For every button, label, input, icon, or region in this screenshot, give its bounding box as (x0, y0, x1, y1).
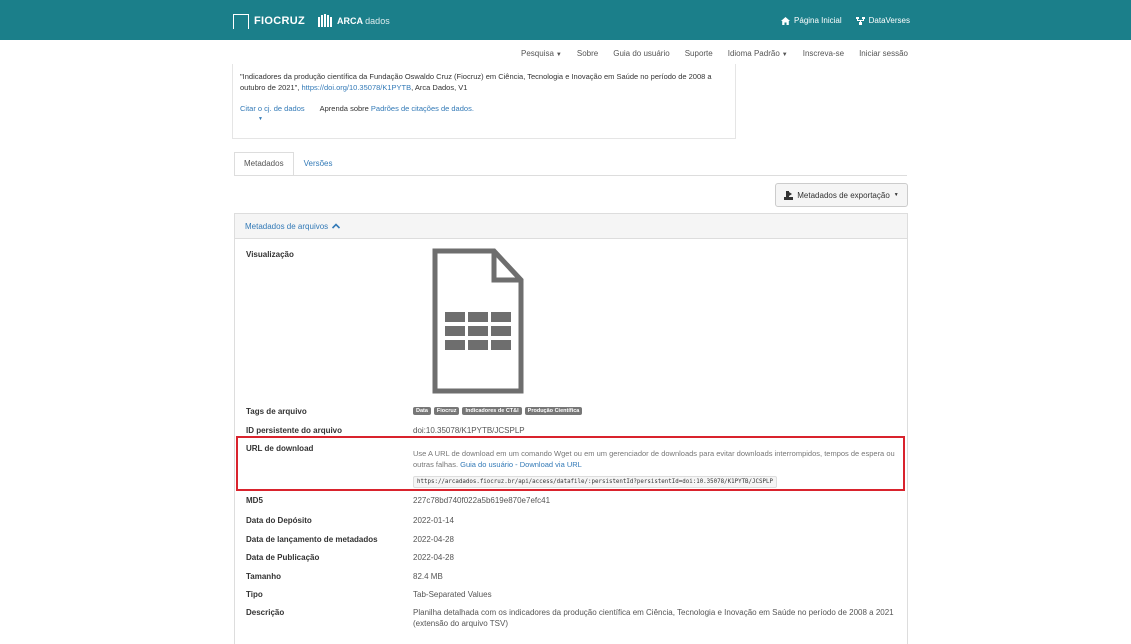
nav-item-suporte[interactable]: Suporte (685, 49, 713, 58)
caret-down-icon: ▼ (893, 192, 899, 198)
tab-metadados[interactable]: Metadados (234, 152, 294, 176)
tag-badge: Fiocruz (433, 407, 460, 415)
description-label: Descrição (246, 608, 285, 617)
md5-value: 227c78bd740f022a5b619e870e7efc41 (413, 496, 551, 505)
tags-label: Tags de arquivo (246, 407, 307, 416)
size-label: Tamanho (246, 572, 281, 581)
download-url-code[interactable]: https://arcadados.fiocruz.br/api/access/… (413, 476, 777, 488)
nav-item-iniciar-sessao[interactable]: Iniciar sessão (859, 49, 908, 58)
learn-citation-text: Aprenda sobre Padrões de citações de dad… (319, 104, 474, 113)
nav-item-pesquisa[interactable]: Pesquisa ▼ (521, 49, 562, 58)
brand[interactable]: FIOCRUZ ARCA dados (233, 10, 390, 32)
type-value: Tab-Separated Values (413, 590, 492, 599)
type-label: Tipo (246, 590, 263, 599)
pid-value: doi:10.35078/K1PYTB/JCSPLP (413, 426, 525, 435)
download-guide-link[interactable]: Guia do usuário - Download via URL (460, 460, 582, 469)
tab-versoes[interactable]: Versões (294, 152, 343, 176)
tag-badge: Data (413, 407, 431, 415)
fiocruz-logo-icon (233, 13, 249, 29)
export-metadata-button[interactable]: Metadados de exportação ▼ (775, 183, 908, 207)
tabs: Metadados Versões (234, 152, 343, 176)
home-link[interactable]: Página Inicial (781, 16, 842, 25)
deposit-date-label: Data do Depósito (246, 516, 312, 525)
citation-doi-link[interactable]: https://doi.org/10.35078/K1PYTB (301, 83, 411, 92)
panel-header[interactable]: Metadados de arquivos (235, 214, 907, 239)
tag-badge: Indicadores de CT&I (462, 407, 522, 415)
preview-label: Visualização (246, 250, 294, 259)
caret-down-icon[interactable]: ▼ (258, 116, 263, 122)
file-tags: Data Fiocruz Indicadores de CT&I Produçã… (413, 407, 583, 415)
sitemap-icon (855, 16, 865, 25)
download-description: Use A URL de download em um comando Wget… (413, 449, 895, 469)
fiocruz-brand-text: FIOCRUZ (254, 15, 305, 27)
cite-dataset-button[interactable]: Citar o cj. de dados (240, 104, 305, 113)
citation-text: "Indicadores da produção científica da F… (240, 72, 712, 92)
pub-date-label: Data de Publicação (246, 553, 320, 562)
nav-item-inscreva-se[interactable]: Inscreva-se (803, 49, 844, 58)
release-date-value: 2022-04-28 (413, 535, 454, 544)
arca-logo-icon (317, 14, 332, 27)
secondary-nav: Pesquisa ▼ Sobre Guia do usuário Suporte … (0, 49, 1131, 61)
pid-label: ID persistente do arquivo (246, 426, 343, 435)
top-navbar: FIOCRUZ ARCA dados Página Inicial DataVe… (0, 0, 1131, 40)
deposit-date-value: 2022-01-14 (413, 516, 454, 525)
nav-item-sobre[interactable]: Sobre (577, 49, 598, 58)
description-value: Planilha detalhada com os indicadores da… (413, 608, 894, 628)
pub-date-value: 2022-04-28 (413, 553, 454, 562)
citation-standards-link[interactable]: Padrões de citações de dados. (371, 104, 474, 113)
md5-label: MD5 (246, 496, 263, 505)
size-value: 82.4 MB (413, 572, 443, 581)
home-icon (781, 16, 791, 25)
spreadsheet-file-icon (432, 248, 524, 394)
nav-item-idioma[interactable]: Idioma Padrão ▼ (728, 49, 788, 58)
download-url-label: URL de download (246, 444, 314, 453)
chevron-up-icon (332, 223, 341, 229)
dataverses-link[interactable]: DataVerses (855, 16, 910, 25)
citation-box: "Indicadores da produção científica da F… (232, 64, 736, 139)
arca-brand-text: ARCA dados (336, 16, 390, 26)
tab-divider (234, 175, 907, 176)
release-date-label: Data de lançamento de metadados (246, 535, 378, 544)
export-icon (784, 190, 794, 200)
tag-badge: Produção Científica (524, 407, 583, 415)
nav-item-guia[interactable]: Guia do usuário (613, 49, 669, 58)
